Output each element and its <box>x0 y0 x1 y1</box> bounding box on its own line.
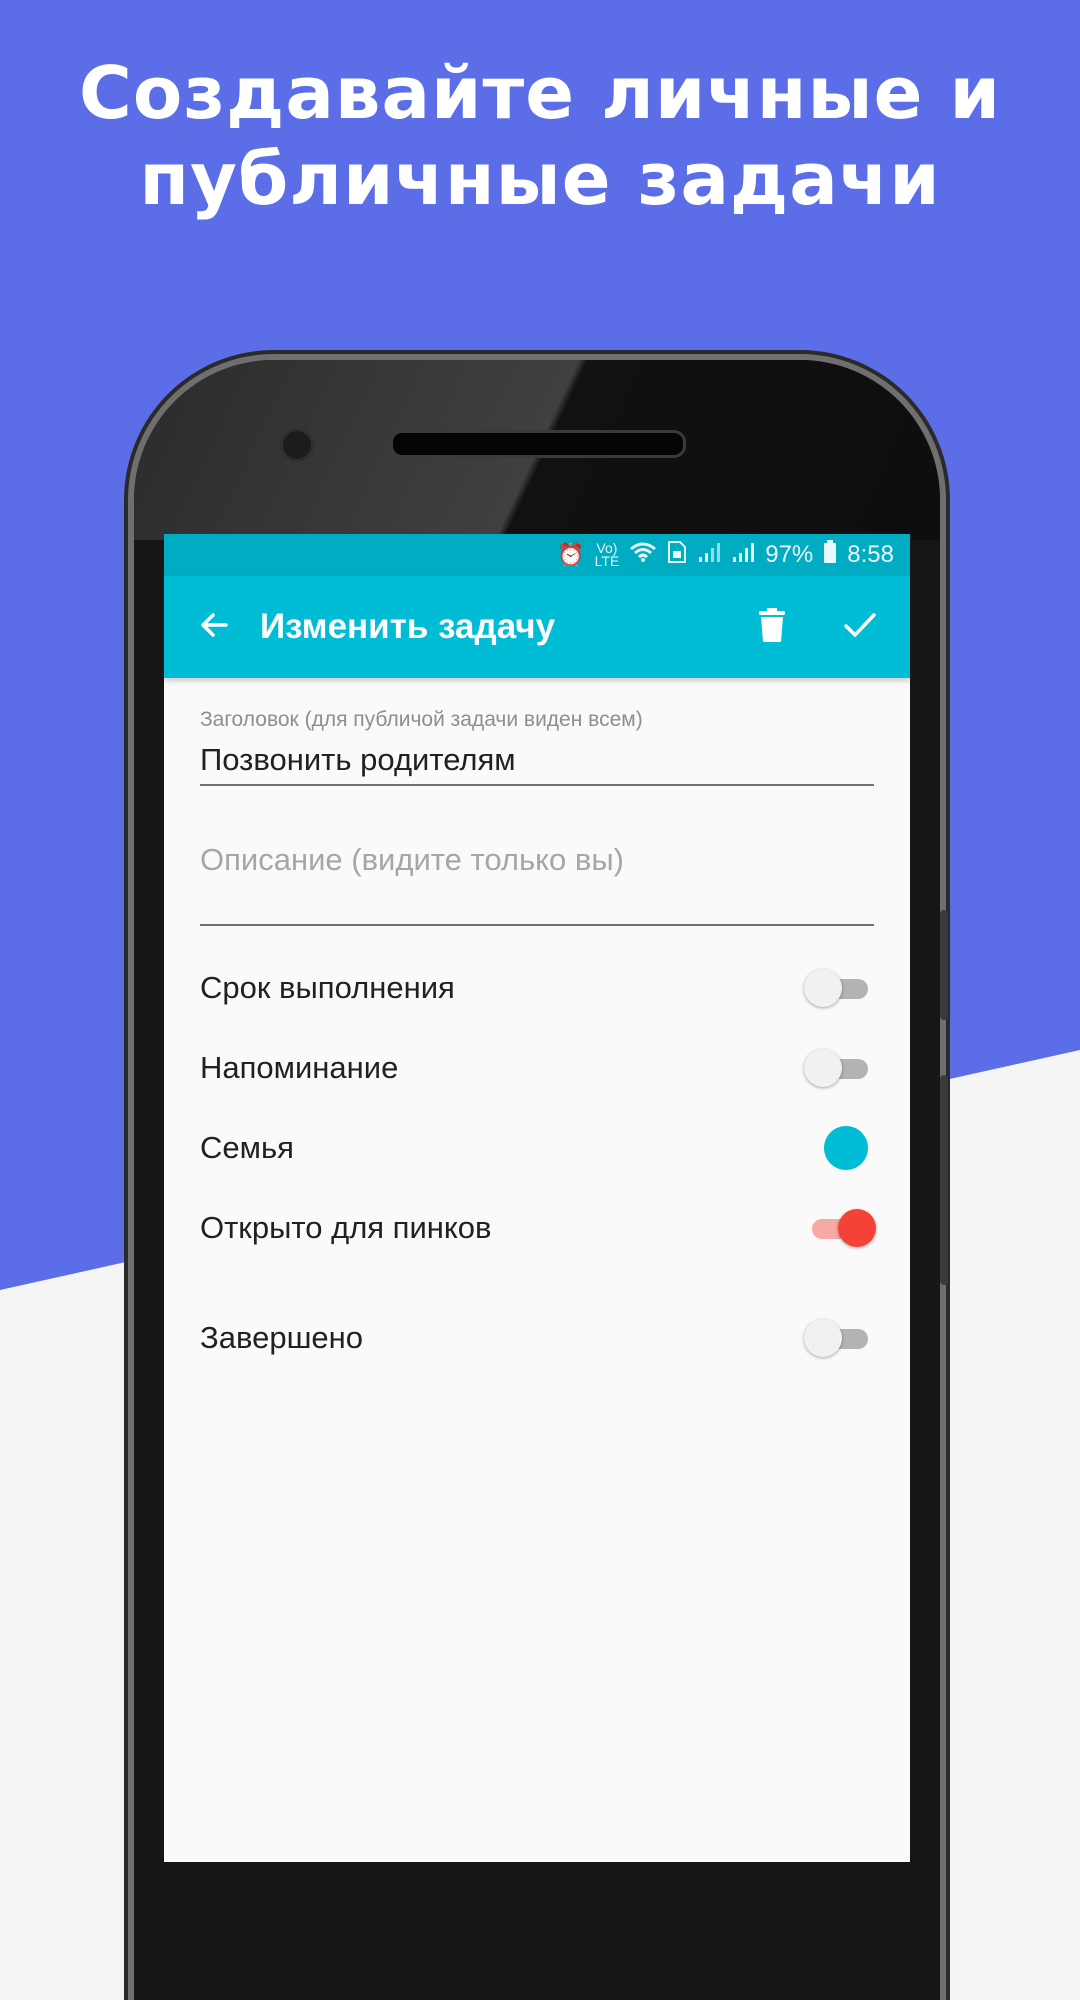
check-icon <box>843 611 877 644</box>
open-for-nudges-switch[interactable] <box>804 1208 876 1248</box>
setting-label: Семья <box>200 1130 294 1165</box>
task-form: Заголовок (для публичой задачи виден все… <box>164 678 910 1378</box>
description-field[interactable]: Описание (видите только вы) <box>200 842 874 924</box>
reminder-switch[interactable] <box>804 1048 874 1088</box>
title-field[interactable]: Позвонить родителям <box>200 742 874 784</box>
title-field-underline <box>200 784 874 786</box>
sim-icon <box>667 540 687 571</box>
alarm-icon: ⏰ <box>557 542 585 567</box>
delete-button[interactable] <box>728 576 816 678</box>
battery-icon <box>823 539 837 571</box>
switch-thumb <box>804 1319 842 1357</box>
trash-icon <box>759 607 785 647</box>
earpiece-speaker <box>390 430 686 458</box>
volume-button <box>940 910 948 1020</box>
arrow-left-icon <box>198 609 230 646</box>
app-toolbar: Изменить задачу <box>164 576 910 678</box>
signal-icon <box>697 541 721 570</box>
completed-switch[interactable] <box>804 1318 874 1358</box>
setting-row-family[interactable]: Семья <box>200 1108 874 1188</box>
promo-headline: Создавайте личные и публичные задачи <box>0 50 1080 222</box>
battery-percent: 97% <box>765 541 814 568</box>
setting-row-completed[interactable]: Завершено <box>200 1298 874 1378</box>
promo-line-2: публичные задачи <box>139 137 941 221</box>
status-bar: ⏰ Vo) LTE 97% 8:58 <box>164 534 910 576</box>
switch-thumb <box>838 1209 876 1247</box>
setting-label: Срок выполнения <box>200 970 455 1005</box>
front-camera <box>280 428 314 462</box>
title-field-label: Заголовок (для публичой задачи виден все… <box>200 708 643 731</box>
volte-label: LTE <box>594 553 620 569</box>
page-title: Изменить задачу <box>260 607 556 646</box>
power-button <box>940 1075 948 1285</box>
due-date-switch[interactable] <box>804 968 874 1008</box>
volte-lte-icon: Vo) LTE <box>594 540 620 569</box>
setting-label: Открыто для пинков <box>200 1210 492 1245</box>
switch-thumb <box>804 969 842 1007</box>
family-indicator[interactable] <box>824 1126 868 1170</box>
back-button[interactable] <box>164 576 264 678</box>
setting-row-due-date[interactable]: Срок выполнения <box>200 948 874 1028</box>
setting-row-open-for-nudges[interactable]: Открыто для пинков <box>200 1188 876 1268</box>
switch-thumb <box>804 1049 842 1087</box>
wifi-icon <box>629 541 657 570</box>
setting-label: Завершено <box>200 1320 364 1355</box>
promo-line-1: Создавайте личные и <box>79 51 1001 135</box>
app-screen: ⏰ Vo) LTE 97% 8:58 Изменить задачу Загол… <box>164 534 910 1862</box>
clock: 8:58 <box>847 541 894 568</box>
signal-icon <box>731 541 755 570</box>
confirm-button[interactable] <box>816 576 904 678</box>
setting-row-reminder[interactable]: Напоминание <box>200 1028 874 1108</box>
setting-label: Напоминание <box>200 1050 399 1085</box>
